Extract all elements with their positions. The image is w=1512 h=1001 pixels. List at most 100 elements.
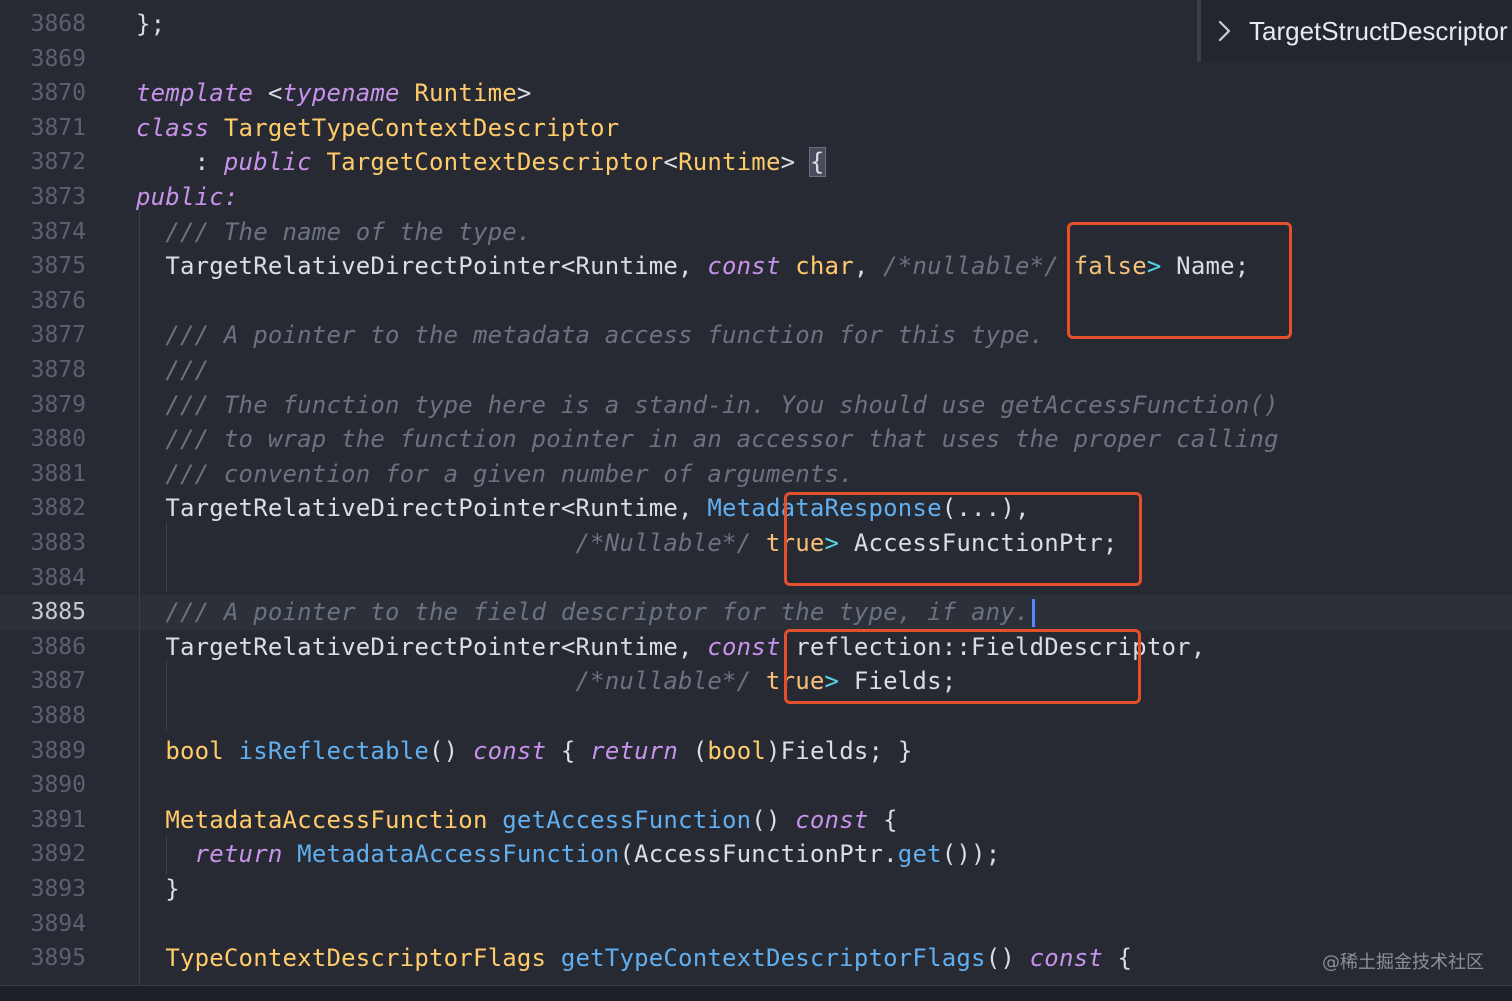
code-text: /// to wrap the function pointer in an a… bbox=[136, 422, 1279, 457]
code-line[interactable]: 3887 /*nullable*/ true> Fields; bbox=[0, 664, 1512, 699]
code-text: /// The function type here is a stand-in… bbox=[136, 388, 1279, 423]
code-token: Runtime, bbox=[575, 632, 708, 661]
code-token: , bbox=[853, 252, 884, 281]
chevron-right-icon[interactable] bbox=[1209, 16, 1239, 46]
code-token: MetadataAccessFunction bbox=[282, 840, 620, 869]
code-token: MetadataAccessFunction bbox=[165, 805, 488, 834]
code-line[interactable]: 3877 /// A pointer to the metadata acces… bbox=[0, 318, 1512, 353]
code-token: /*nullable*/ bbox=[575, 667, 752, 696]
code-token: TargetRelativeDirectPointer bbox=[165, 494, 561, 523]
code-line[interactable]: 3886 TargetRelativeDirectPointer<Runtime… bbox=[0, 630, 1512, 665]
code-token: const bbox=[1029, 944, 1103, 973]
code-line[interactable]: 3881 /// convention for a given number o… bbox=[0, 457, 1512, 492]
code-token: /// to wrap the function pointer in an a… bbox=[165, 425, 1279, 454]
line-number: 3890 bbox=[30, 772, 86, 799]
code-text: /// A pointer to the field descriptor fo… bbox=[136, 595, 1035, 630]
code-token: } bbox=[136, 875, 180, 903]
outline-breadcrumb[interactable]: TargetStructDescriptor bbox=[1197, 0, 1512, 62]
code-token: class bbox=[136, 113, 210, 142]
line-number: 3893 bbox=[30, 876, 86, 902]
code-token: public bbox=[223, 148, 312, 177]
line-number: 3885 bbox=[30, 599, 86, 626]
line-number: 3891 bbox=[30, 806, 86, 833]
code-line[interactable]: 3895 TypeContextDescriptorFlags getTypeC… bbox=[0, 941, 1512, 976]
code-line[interactable]: 3874 /// The name of the type. bbox=[0, 215, 1512, 250]
code-token: /// A pointer to the field descriptor fo… bbox=[165, 598, 1030, 627]
code-token: public: bbox=[136, 183, 239, 211]
code-token: Fields; bbox=[839, 667, 957, 696]
code-text: TargetRelativeDirectPointer<Runtime, con… bbox=[136, 630, 1205, 665]
code-token: Runtime bbox=[678, 148, 781, 177]
code-line[interactable]: 3892 return MetadataAccessFunction(Acces… bbox=[0, 837, 1512, 872]
code-token: Runtime bbox=[399, 79, 517, 108]
code-token: true bbox=[751, 529, 825, 557]
code-token: false bbox=[1058, 252, 1147, 281]
status-bar bbox=[0, 985, 1512, 1001]
code-line[interactable]: 3894 bbox=[0, 907, 1512, 942]
code-token: /*Nullable*/ bbox=[575, 529, 752, 557]
code-line[interactable]: 3882 TargetRelativeDirectPointer<Runtime… bbox=[0, 491, 1512, 526]
code-token: const bbox=[795, 805, 869, 834]
code-token: MetadataResponse bbox=[707, 494, 942, 523]
code-line[interactable]: 3893 } bbox=[0, 872, 1512, 907]
watermark: @稀土掘金技术社区 bbox=[1322, 952, 1484, 973]
code-editor[interactable]: 3868}; 3869 3870 template <typename Runtime… bbox=[0, 0, 1512, 985]
code-text: /// The name of the type. bbox=[136, 215, 532, 250]
code-token: const bbox=[472, 736, 547, 765]
code-token: getAccessFunction bbox=[487, 805, 752, 834]
code-token: (AccessFunctionPtr. bbox=[619, 840, 898, 869]
code-line[interactable]: 3876 bbox=[0, 284, 1512, 319]
line-number: 3892 bbox=[30, 841, 86, 868]
code-token: bool bbox=[165, 736, 224, 765]
code-token: ()); bbox=[941, 840, 1001, 869]
code-token: (...), bbox=[941, 494, 1030, 523]
line-number: 3888 bbox=[30, 703, 86, 729]
code-token: { bbox=[1102, 944, 1133, 973]
code-token: { bbox=[546, 736, 591, 765]
code-line[interactable]: 3891 MetadataAccessFunction getAccessFun… bbox=[0, 803, 1512, 838]
line-number: 3886 bbox=[30, 633, 86, 660]
code-line[interactable]: 3884 bbox=[0, 561, 1512, 596]
code-text: return MetadataAccessFunction(AccessFunc… bbox=[136, 837, 1001, 872]
code-line[interactable]: 3878 /// bbox=[0, 353, 1512, 388]
outline-breadcrumb-label[interactable]: TargetStructDescriptor bbox=[1249, 16, 1508, 47]
code-line[interactable]: 3889 bool isReflectable() const { return… bbox=[0, 734, 1512, 769]
code-line[interactable]: 3871 class TargetTypeContextDescriptor bbox=[0, 111, 1512, 146]
code-token: const bbox=[707, 632, 781, 661]
line-number: 3875 bbox=[30, 253, 86, 280]
code-line[interactable]: 3873 public: bbox=[0, 180, 1512, 215]
code-text: } bbox=[136, 872, 180, 907]
code-token: TypeContextDescriptorFlags bbox=[165, 944, 547, 973]
code-token: /// bbox=[165, 356, 210, 384]
code-token: )Fields; } bbox=[766, 736, 913, 765]
code-text: TypeContextDescriptorFlags getTypeContex… bbox=[136, 941, 1132, 976]
code-text: template <typename Runtime> bbox=[136, 76, 532, 111]
line-number: 3880 bbox=[30, 426, 86, 453]
code-line[interactable]: 3870 template <typename Runtime> bbox=[0, 76, 1512, 111]
code-line[interactable]: 3880 /// to wrap the function pointer in… bbox=[0, 422, 1512, 457]
code-token: get bbox=[897, 840, 942, 869]
line-number: 3868 bbox=[30, 11, 86, 37]
code-token: > bbox=[1146, 252, 1162, 281]
code-line[interactable]: 3879 /// The function type here is a sta… bbox=[0, 388, 1512, 423]
code-text: }; bbox=[136, 7, 165, 42]
code-line[interactable]: 3885 /// A pointer to the field descript… bbox=[0, 595, 1512, 630]
code-text: /// convention for a given number of arg… bbox=[136, 457, 854, 492]
code-line[interactable]: 3883 /*Nullable*/ true> AccessFunctionPt… bbox=[0, 526, 1512, 561]
code-line[interactable]: 3875 TargetRelativeDirectPointer<Runtime… bbox=[0, 249, 1512, 284]
code-line[interactable]: 3890 bbox=[0, 768, 1512, 803]
code-token: < bbox=[560, 632, 576, 661]
code-line[interactable]: 3888 bbox=[0, 699, 1512, 734]
code-line[interactable]: 3872 : public TargetContextDescriptor<Ru… bbox=[0, 145, 1512, 180]
code-text: MetadataAccessFunction getAccessFunction… bbox=[136, 803, 898, 838]
